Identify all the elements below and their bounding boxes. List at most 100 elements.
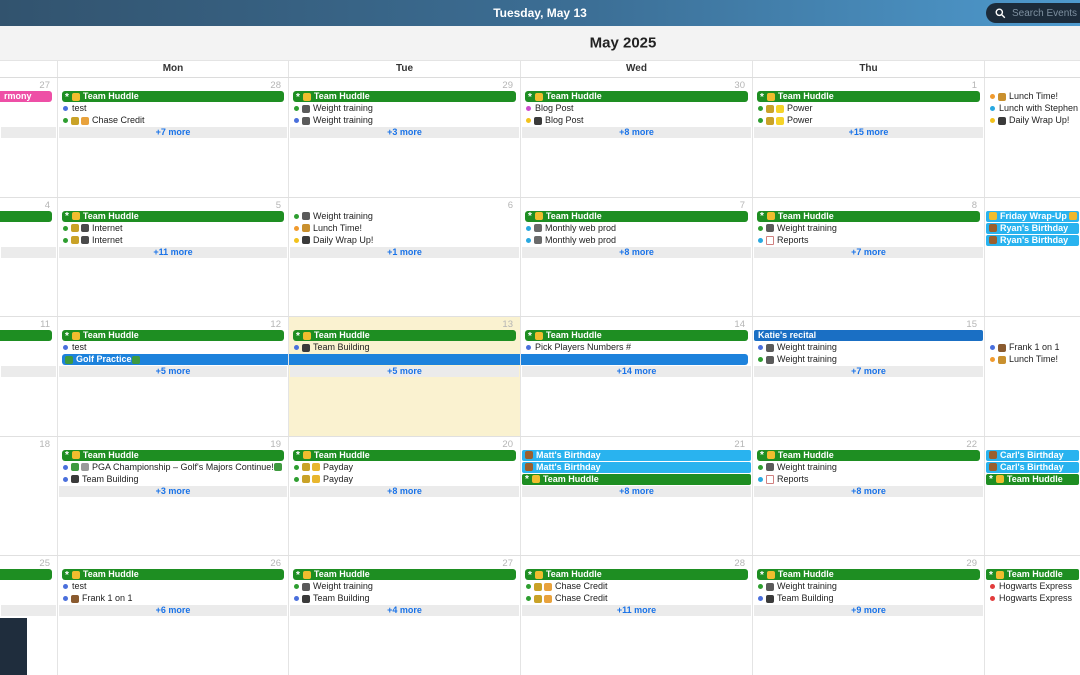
day-cell[interactable]: 26*Team HuddletestFrank 1 on 1+6 more xyxy=(58,556,289,675)
event-item[interactable]: Weight training xyxy=(758,354,982,365)
search-input[interactable] xyxy=(1010,7,1080,20)
day-cell[interactable]: 18 xyxy=(0,437,58,556)
more-events-link[interactable]: +1 more xyxy=(290,247,519,258)
more-events-link[interactable]: +15 more xyxy=(754,127,983,138)
more-events-link[interactable] xyxy=(1,247,56,258)
day-cell[interactable]: 28*Team HuddleChase CreditChase Credit+1… xyxy=(521,556,753,675)
event-bar[interactable]: Matt's Birthday xyxy=(522,450,751,461)
event-item[interactable]: Power xyxy=(758,115,982,126)
more-events-link[interactable]: +5 more xyxy=(290,366,519,377)
more-events-link[interactable]: +8 more xyxy=(522,247,751,258)
more-events-link[interactable]: +11 more xyxy=(522,605,751,616)
day-cell[interactable]: 4 xyxy=(0,198,58,317)
event-bar[interactable]: Ryan's Birthday xyxy=(986,223,1079,234)
event-item[interactable]: Weight training xyxy=(294,103,518,114)
event-item[interactable]: Monthly web prod xyxy=(526,223,750,234)
day-cell[interactable]: 6Weight trainingLunch Time!Daily Wrap Up… xyxy=(289,198,521,317)
event-bar[interactable]: Katie's recital xyxy=(754,330,983,341)
event-item[interactable]: Power xyxy=(758,103,982,114)
event-bar[interactable]: *Team Huddle xyxy=(293,450,516,461)
day-cell[interactable]: Carl's BirthdayCarl's Birthday*Team Hudd… xyxy=(985,437,1080,556)
event-item[interactable]: Monthly web prod xyxy=(526,235,750,246)
event-item[interactable]: test xyxy=(63,581,286,592)
more-events-link[interactable]: +6 more xyxy=(59,605,287,616)
more-events-link[interactable]: +8 more xyxy=(290,486,519,497)
event-item[interactable]: Reports xyxy=(758,474,982,485)
event-item[interactable]: Blog Post xyxy=(526,103,750,114)
event-item[interactable]: test xyxy=(63,103,286,114)
event-item[interactable]: Lunch Time! xyxy=(294,223,518,234)
event-item[interactable]: Pick Players Numbers # xyxy=(526,342,750,353)
event-bar[interactable] xyxy=(0,211,52,222)
event-bar[interactable]: Carl's Birthday xyxy=(986,462,1079,473)
event-item[interactable]: Weight training xyxy=(294,581,518,592)
day-cell[interactable]: 11 xyxy=(0,317,58,436)
more-events-link[interactable]: +8 more xyxy=(754,486,983,497)
event-bar[interactable]: *Team Huddle xyxy=(293,330,516,341)
day-cell[interactable]: 8*Team HuddleWeight trainingReports+7 mo… xyxy=(753,198,985,317)
event-bar[interactable]: *Team Huddle xyxy=(293,569,516,580)
event-bar[interactable] xyxy=(521,354,748,365)
event-bar[interactable] xyxy=(0,569,52,580)
event-item[interactable]: Chase Credit xyxy=(526,593,750,604)
event-bar[interactable]: *Team Huddle xyxy=(525,330,748,341)
event-bar[interactable]: *Team Huddle xyxy=(522,474,751,485)
more-events-link[interactable] xyxy=(1,127,56,138)
event-bar[interactable]: *Team Huddle xyxy=(986,569,1079,580)
event-item[interactable]: Chase Credit xyxy=(526,581,750,592)
day-cell[interactable]: 15Katie's recitalWeight trainingWeight t… xyxy=(753,317,985,436)
event-item[interactable]: Chase Credit xyxy=(63,115,286,126)
event-bar[interactable]: *Team Huddle xyxy=(62,211,284,222)
event-bar[interactable]: *Team Huddle xyxy=(293,91,516,102)
event-item[interactable]: Team Building xyxy=(758,593,982,604)
event-item[interactable]: Payday xyxy=(294,462,518,473)
more-events-link[interactable]: +8 more xyxy=(522,127,751,138)
day-cell[interactable]: 12*Team HuddletestGolf Practice+5 more xyxy=(58,317,289,436)
more-events-link[interactable]: +14 more xyxy=(522,366,751,377)
event-bar[interactable]: rmony xyxy=(0,91,52,102)
more-events-link[interactable]: +4 more xyxy=(290,605,519,616)
event-item[interactable]: Team Building xyxy=(294,593,518,604)
event-bar[interactable]: Carl's Birthday xyxy=(986,450,1079,461)
event-item[interactable]: test xyxy=(63,342,286,353)
event-bar[interactable]: Matt's Birthday xyxy=(522,462,751,473)
day-cell[interactable]: *Team HuddleHogwarts ExpressHogwarts Exp… xyxy=(985,556,1080,675)
day-cell[interactable]: 27*Team HuddleWeight trainingTeam Buildi… xyxy=(289,556,521,675)
event-bar[interactable]: Friday Wrap-Up & Wins! xyxy=(986,211,1079,222)
event-bar[interactable]: *Team Huddle xyxy=(525,569,748,580)
day-cell[interactable]: Lunch Time!Lunch with StephenDaily Wrap … xyxy=(985,78,1080,197)
day-cell[interactable]: 29*Team HuddleWeight trainingWeight trai… xyxy=(289,78,521,197)
event-bar[interactable] xyxy=(0,330,52,341)
more-events-link[interactable] xyxy=(1,605,56,616)
more-events-link[interactable]: +7 more xyxy=(754,366,983,377)
event-item[interactable]: Frank 1 on 1 xyxy=(63,593,286,604)
event-bar[interactable]: *Team Huddle xyxy=(62,569,284,580)
event-bar[interactable]: *Team Huddle xyxy=(757,211,980,222)
event-item[interactable]: Lunch Time! xyxy=(990,354,1078,365)
search-box[interactable] xyxy=(986,3,1080,23)
event-bar[interactable]: Ryan's Birthday xyxy=(986,235,1079,246)
event-item[interactable]: Weight training xyxy=(758,223,982,234)
day-cell[interactable]: 13*Team HuddleTeam Building+5 more xyxy=(289,317,521,436)
event-item[interactable]: Blog Post xyxy=(526,115,750,126)
more-events-link[interactable]: +3 more xyxy=(59,486,287,497)
day-cell[interactable]: Frank 1 on 1Lunch Time! xyxy=(985,317,1080,436)
event-item[interactable]: Lunch Time! xyxy=(990,91,1078,102)
event-item[interactable]: Weight training xyxy=(758,462,982,473)
day-cell[interactable]: 20*Team HuddlePaydayPayday+8 more xyxy=(289,437,521,556)
event-bar[interactable]: *Team Huddle xyxy=(757,450,980,461)
event-item[interactable]: Internet xyxy=(63,223,286,234)
event-bar[interactable]: *Team Huddle xyxy=(62,330,284,341)
day-cell[interactable]: 21Matt's BirthdayMatt's Birthday*Team Hu… xyxy=(521,437,753,556)
day-cell[interactable]: 5*Team HuddleInternetInternet+11 more xyxy=(58,198,289,317)
event-item[interactable]: Frank 1 on 1 xyxy=(990,342,1078,353)
event-bar[interactable] xyxy=(289,354,520,365)
day-cell[interactable]: 19*Team HuddlePGA Championship – Golf's … xyxy=(58,437,289,556)
event-bar[interactable]: Golf Practice xyxy=(62,354,288,365)
event-bar[interactable]: *Team Huddle xyxy=(525,91,748,102)
event-item[interactable]: Weight training xyxy=(758,342,982,353)
event-item[interactable]: PGA Championship – Golf's Majors Continu… xyxy=(63,462,286,473)
more-events-link[interactable]: +8 more xyxy=(522,486,751,497)
more-events-link[interactable]: +11 more xyxy=(59,247,287,258)
more-events-link[interactable] xyxy=(1,366,56,377)
